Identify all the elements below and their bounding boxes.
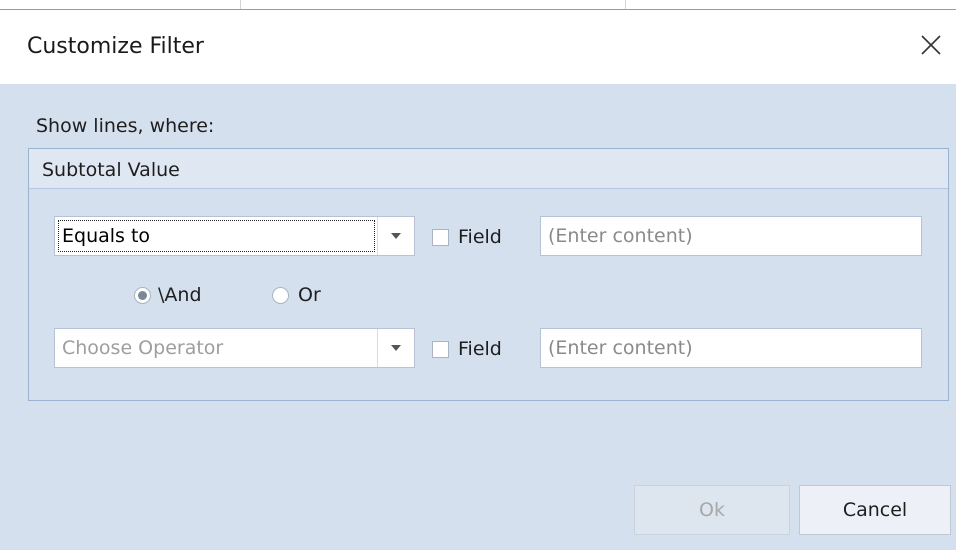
operator2-placeholder: Choose Operator xyxy=(62,337,224,359)
or-label: Or xyxy=(298,284,321,306)
cancel-button[interactable]: Cancel xyxy=(799,485,951,535)
close-button[interactable] xyxy=(914,28,948,62)
show-lines-label: Show lines, where: xyxy=(36,115,215,137)
operator1-dropdown-button[interactable] xyxy=(377,217,414,255)
chevron-down-icon xyxy=(391,233,401,239)
operator1-combo[interactable]: Equals to xyxy=(54,216,415,256)
or-radio[interactable] xyxy=(272,287,289,304)
close-icon xyxy=(921,35,941,55)
value1-input[interactable]: (Enter content) xyxy=(540,216,922,256)
field1-checkbox[interactable] xyxy=(432,229,449,246)
column-separator xyxy=(240,0,241,9)
value2-input[interactable]: (Enter content) xyxy=(540,328,922,368)
window-top-strip xyxy=(0,0,956,9)
dialog-titlebar: Customize Filter xyxy=(0,9,956,84)
focus-indicator xyxy=(58,220,375,252)
value2-placeholder: (Enter content) xyxy=(548,337,693,359)
dialog-body: Show lines, where: Subtotal Value Equals… xyxy=(0,84,956,550)
operator2-dropdown-button[interactable] xyxy=(377,329,414,367)
operator2-combo[interactable]: Choose Operator xyxy=(54,328,415,368)
field1-label: Field xyxy=(458,226,502,248)
value1-placeholder: (Enter content) xyxy=(548,225,693,247)
group-header: Subtotal Value xyxy=(29,149,948,189)
column-separator xyxy=(625,0,626,9)
filter-group: Subtotal Value Equals to Field (Enter co… xyxy=(28,148,949,401)
group-title: Subtotal Value xyxy=(42,159,180,181)
field2-checkbox[interactable] xyxy=(432,341,449,358)
dialog-title: Customize Filter xyxy=(27,34,204,59)
and-radio[interactable] xyxy=(134,287,151,304)
ok-button[interactable]: Ok xyxy=(634,485,790,535)
field2-label: Field xyxy=(458,338,502,360)
and-label: \And xyxy=(158,284,202,306)
chevron-down-icon xyxy=(391,345,401,351)
